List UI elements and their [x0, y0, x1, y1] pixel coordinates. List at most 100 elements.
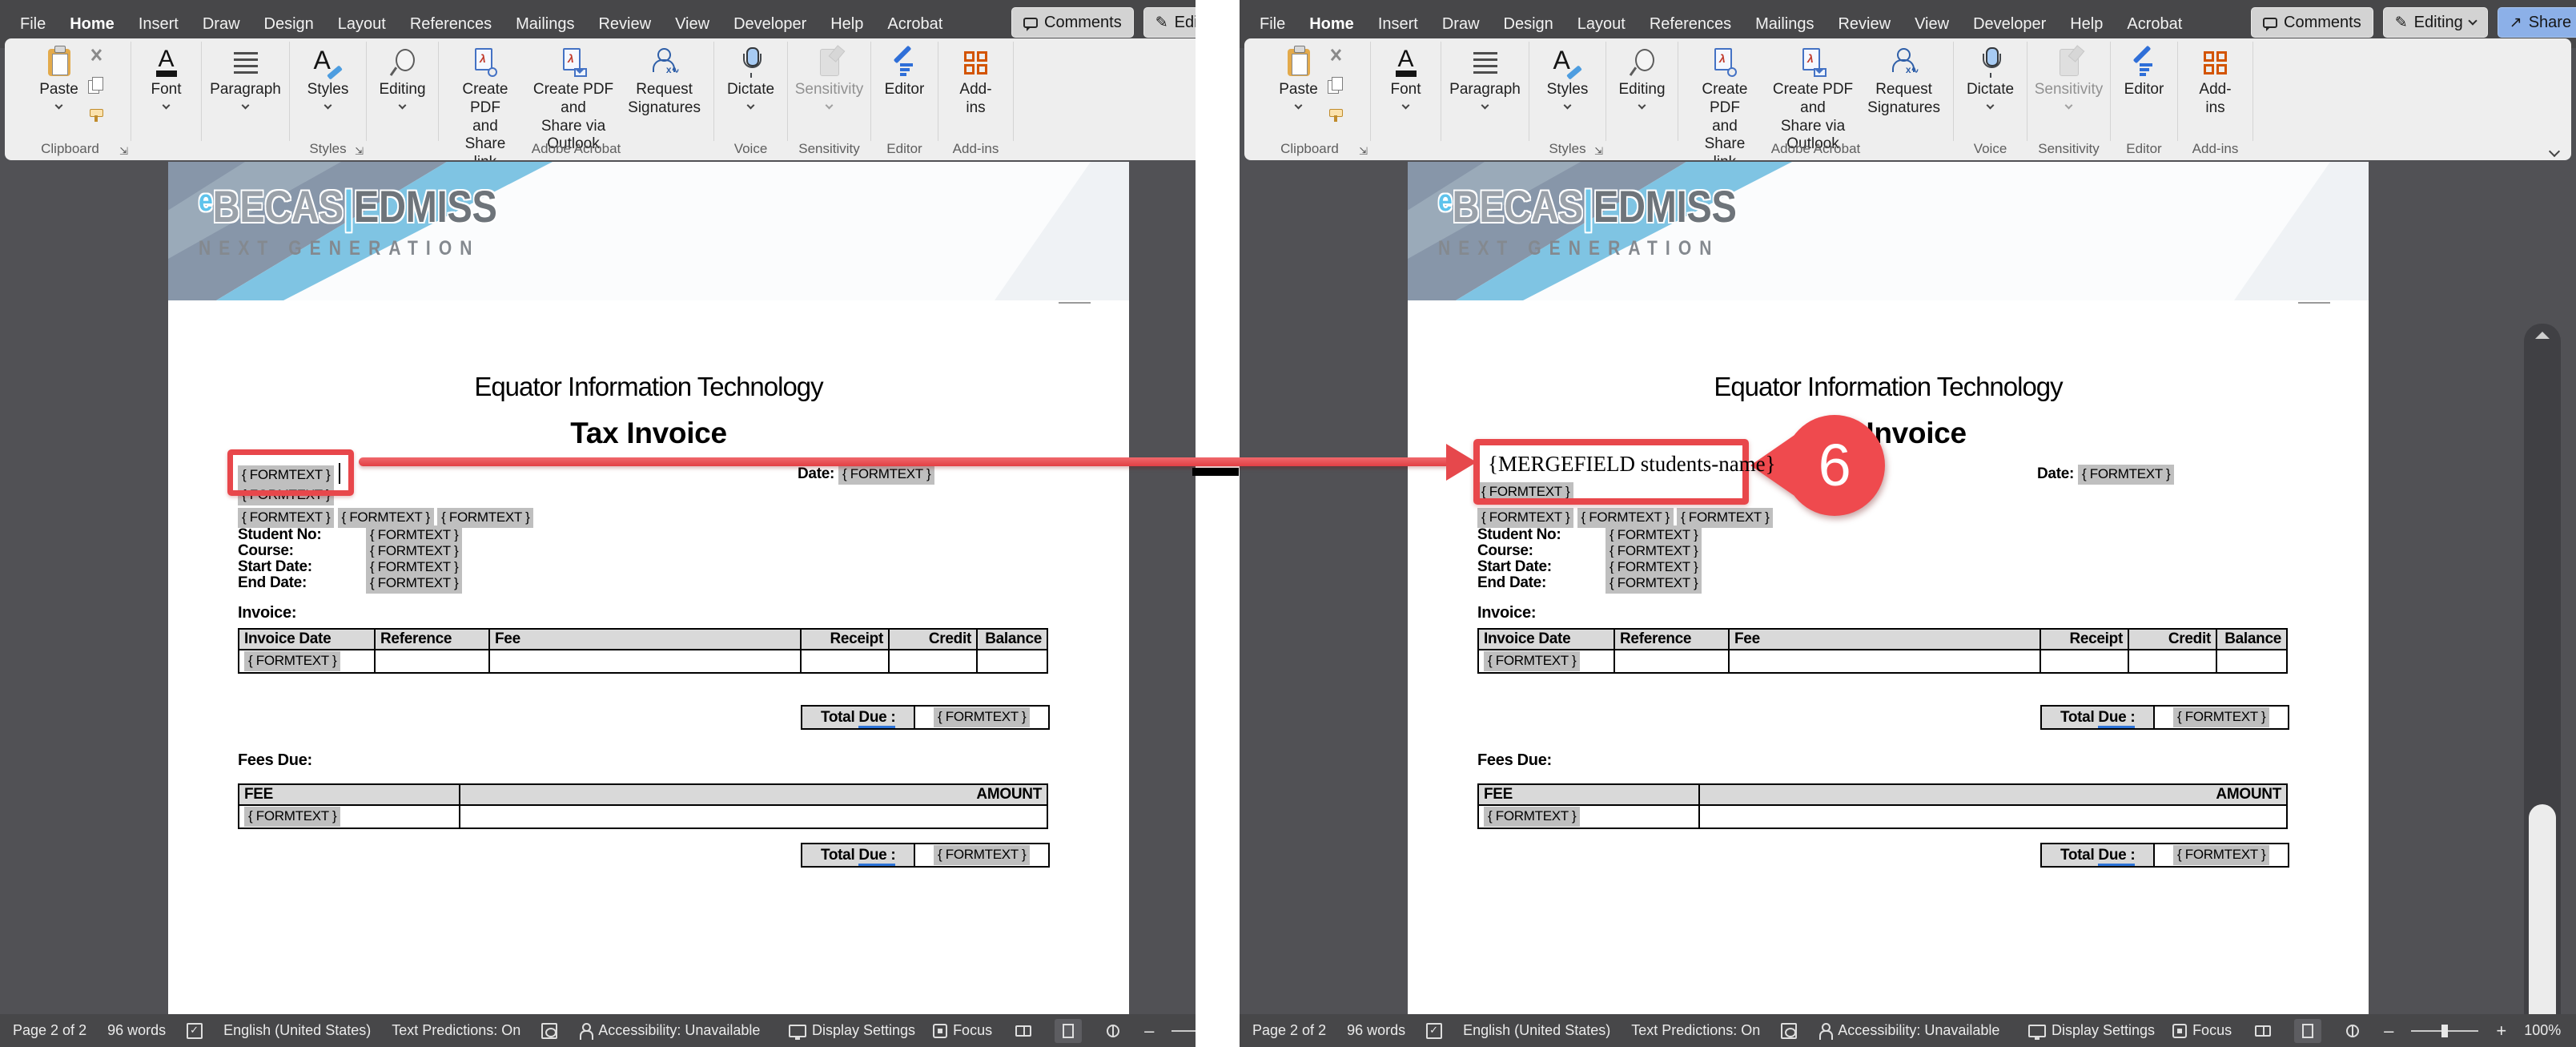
- dictate-button[interactable]: Dictate: [721, 43, 781, 111]
- scroll-up-icon[interactable]: [2535, 332, 2550, 339]
- zoom-in-button[interactable]: +: [2496, 1021, 2506, 1041]
- comments-button[interactable]: Comments: [2251, 7, 2373, 38]
- accessibility-status[interactable]: Accessibility: Unavailable: [578, 1022, 760, 1039]
- proofing-icon[interactable]: [1426, 1023, 1442, 1039]
- focus-button[interactable]: Focus: [2172, 1022, 2232, 1039]
- cut-icon[interactable]: [88, 48, 104, 62]
- styles-button[interactable]: A Styles: [301, 43, 356, 111]
- zoom-slider[interactable]: [2411, 1030, 2478, 1032]
- font-button[interactable]: A Font: [144, 43, 187, 111]
- web-layout-button[interactable]: [1099, 1019, 1127, 1043]
- clipboard-dialog-launcher[interactable]: ⇲: [1359, 145, 1368, 158]
- print-layout-button[interactable]: [1055, 1019, 1082, 1043]
- proofing-icon[interactable]: [187, 1023, 203, 1039]
- formtext-field[interactable]: { FORMTEXT }: [2173, 845, 2269, 865]
- paste-icon: [1288, 49, 1310, 76]
- formtext-field[interactable]: { FORMTEXT }: [366, 574, 462, 594]
- fees-due-heading: Fees Due:: [1477, 751, 1552, 770]
- create-pdf-outlook-button[interactable]: λ Create PDF and Share via Outlook: [525, 43, 621, 157]
- addins-button[interactable]: Add-ins: [945, 43, 1007, 121]
- paragraph-button[interactable]: Paragraph: [1443, 43, 1527, 111]
- chevron-down-icon: [55, 101, 63, 109]
- create-pdf-outlook-button[interactable]: λ Create PDF and Share via Outlook: [1765, 43, 1861, 157]
- comments-button[interactable]: Comments: [1011, 7, 1134, 38]
- zoom-out-button[interactable]: –: [1144, 1021, 1154, 1041]
- request-signatures-button[interactable]: x∿ Request Signatures: [621, 43, 707, 121]
- word-count[interactable]: 96 words: [1347, 1022, 1405, 1039]
- word-count[interactable]: 96 words: [107, 1022, 166, 1039]
- editing-button[interactable]: Editing: [372, 43, 432, 111]
- read-mode-button[interactable]: [1010, 1019, 1037, 1043]
- vertical-scrollbar[interactable]: [2524, 324, 2561, 1014]
- editing-mode-button[interactable]: ✎ Editing: [2383, 7, 2488, 38]
- display-settings-button[interactable]: Display Settings: [2028, 1022, 2155, 1039]
- dictate-button[interactable]: Dictate: [1960, 43, 2020, 111]
- scrollbar-thumb[interactable]: [2529, 804, 2556, 1014]
- accessibility-status[interactable]: Accessibility: Unavailable: [1818, 1022, 1999, 1039]
- collapse-ribbon-icon[interactable]: [2549, 146, 2560, 157]
- page-indicator[interactable]: Page 2 of 2: [13, 1022, 86, 1039]
- request-signatures-button[interactable]: x∿ Request Signatures: [1861, 43, 1947, 121]
- editor-button[interactable]: Editor: [878, 43, 931, 103]
- mergefield-text[interactable]: {MERGEFIELD students-name}: [1488, 452, 1776, 477]
- formtext-field[interactable]: { FORMTEXT }: [244, 807, 340, 827]
- paragraph-icon: [1473, 52, 1497, 74]
- ribbon-group-paragraph: Paragraph: [202, 42, 290, 141]
- text-predictions[interactable]: Text Predictions: On: [392, 1022, 520, 1039]
- format-painter-icon[interactable]: [1328, 107, 1344, 122]
- editing-mode-button[interactable]: ✎ Editing: [1143, 7, 1196, 38]
- formtext-field[interactable]: { FORMTEXT }: [2078, 465, 2174, 485]
- predictions-icon[interactable]: [541, 1023, 557, 1039]
- predictions-icon[interactable]: [1781, 1023, 1797, 1039]
- due-link-text: Due :: [2098, 847, 2135, 866]
- format-painter-icon[interactable]: [88, 107, 104, 122]
- styles-dialog-launcher[interactable]: ⇲: [1594, 145, 1603, 158]
- styles-dialog-launcher[interactable]: ⇲: [355, 145, 364, 158]
- language-indicator[interactable]: English (United States): [223, 1022, 371, 1039]
- styles-button[interactable]: A Styles: [1541, 43, 1595, 111]
- focus-button[interactable]: Focus: [933, 1022, 992, 1039]
- page-indicator[interactable]: Page 2 of 2: [1252, 1022, 1326, 1039]
- zoom-percentage[interactable]: 100%: [2524, 1022, 2561, 1039]
- copy-icon[interactable]: [1328, 77, 1342, 93]
- font-button[interactable]: A Font: [1384, 43, 1427, 111]
- formtext-field[interactable]: { FORMTEXT }: [238, 508, 334, 528]
- formtext-field[interactable]: { FORMTEXT }: [2173, 707, 2269, 727]
- paste-button[interactable]: Paste: [33, 43, 85, 111]
- editing-button[interactable]: Editing: [1612, 43, 1671, 111]
- ribbon-group-editor: Editor Editor: [871, 42, 938, 141]
- formtext-field[interactable]: { FORMTEXT }: [1605, 574, 1702, 594]
- fees-table: FEE AMOUNT { FORMTEXT }: [238, 783, 1048, 829]
- editor-button[interactable]: Editor: [2118, 43, 2171, 103]
- zoom-slider-thumb[interactable]: [2441, 1025, 2448, 1037]
- paste-button[interactable]: Paste: [1272, 43, 1324, 111]
- voice-group-label: Voice: [1954, 141, 2027, 157]
- display-settings-button[interactable]: Display Settings: [789, 1022, 915, 1039]
- text-predictions[interactable]: Text Predictions: On: [1631, 1022, 1760, 1039]
- zoom-slider[interactable]: [1171, 1030, 1196, 1032]
- zoom-out-button[interactable]: –: [2384, 1021, 2393, 1041]
- cut-icon[interactable]: [1328, 48, 1344, 62]
- language-indicator[interactable]: English (United States): [1463, 1022, 1610, 1039]
- formtext-field[interactable]: { FORMTEXT }: [934, 845, 1030, 865]
- formtext-field[interactable]: { FORMTEXT }: [934, 707, 1030, 727]
- share-button[interactable]: ↗ Share: [2498, 7, 2576, 38]
- formtext-field[interactable]: { FORMTEXT }: [244, 651, 340, 671]
- fees-data-row: { FORMTEXT }: [239, 805, 1047, 828]
- paragraph-button[interactable]: Paragraph: [203, 43, 287, 111]
- read-mode-button[interactable]: [2249, 1019, 2277, 1043]
- clipboard-dialog-launcher[interactable]: ⇲: [119, 145, 128, 158]
- web-layout-button[interactable]: [2339, 1019, 2366, 1043]
- formtext-field[interactable]: { FORMTEXT }: [1484, 807, 1580, 827]
- copy-icon[interactable]: [88, 77, 102, 93]
- formtext-field[interactable]: { FORMTEXT }: [1477, 508, 1573, 528]
- document-page[interactable]: eBECAS|EDMISS NEXT GENERATION Equator In…: [168, 162, 1129, 1014]
- addins-button[interactable]: Add-ins: [2184, 43, 2246, 121]
- print-layout-button[interactable]: [2294, 1019, 2321, 1043]
- formtext-field[interactable]: { FORMTEXT }: [838, 465, 934, 485]
- end-date-label: End Date:: [238, 574, 366, 592]
- formtext-field[interactable]: { FORMTEXT }: [1484, 651, 1580, 671]
- print-layout-icon: [2302, 1024, 2313, 1038]
- document-page[interactable]: eBECAS|EDMISS NEXT GENERATION Equator In…: [1408, 162, 2369, 1014]
- editor-group-label: Editor: [871, 141, 938, 157]
